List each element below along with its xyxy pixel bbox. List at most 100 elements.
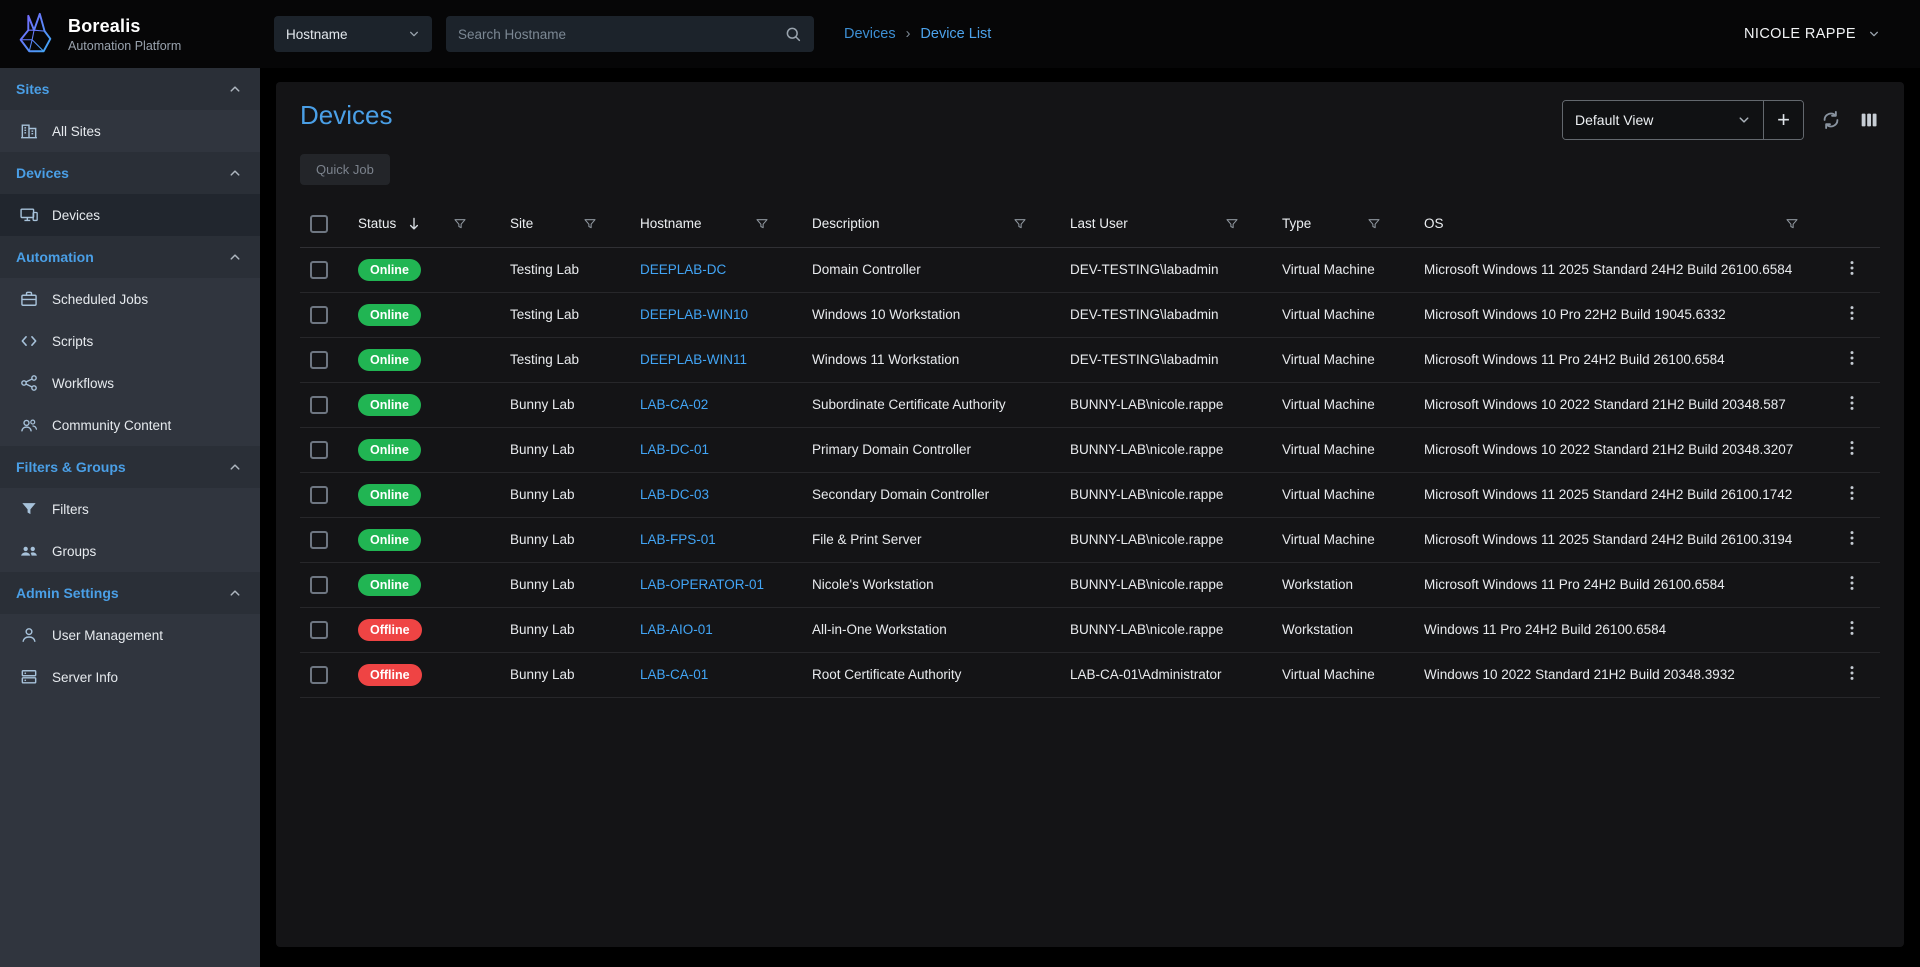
hostname-link[interactable]: LAB-DC-03 <box>640 487 709 502</box>
table-row: Online Bunny Lab LAB-OPERATOR-01 Nicole'… <box>300 562 1880 607</box>
row-checkbox[interactable] <box>310 441 328 459</box>
sidebar-item-groups[interactable]: Groups <box>0 530 260 572</box>
os-cell: Microsoft Windows 10 Pro 22H2 Build 1904… <box>1414 292 1832 337</box>
hostname-link[interactable]: LAB-DC-01 <box>640 442 709 457</box>
search-field-select[interactable]: Hostname <box>274 16 432 52</box>
sidebar-section-items: Filters Groups <box>0 488 260 572</box>
row-actions-kebab-icon[interactable] <box>1842 618 1862 638</box>
sidebar-item-workflows[interactable]: Workflows <box>0 362 260 404</box>
row-checkbox[interactable] <box>310 261 328 279</box>
description-cell: File & Print Server <box>802 517 1060 562</box>
sidebar-item-server-info[interactable]: Server Info <box>0 656 260 698</box>
last-user-cell: DEV-TESTING\labadmin <box>1060 247 1272 292</box>
add-view-button[interactable]: + <box>1763 101 1803 139</box>
row-checkbox[interactable] <box>310 351 328 369</box>
hostname-link[interactable]: LAB-OPERATOR-01 <box>640 577 764 592</box>
column-filter-icon[interactable] <box>754 216 770 232</box>
column-header-os[interactable]: OS <box>1424 216 1444 231</box>
user-menu[interactable]: NICOLE RAPPE <box>1744 26 1882 42</box>
sidebar-item-community-content[interactable]: Community Content <box>0 404 260 446</box>
os-cell: Windows 11 Pro 24H2 Build 26100.6584 <box>1414 607 1832 652</box>
main-content: Devices Default View + Quick Job <box>260 68 1920 967</box>
column-settings-button[interactable] <box>1858 109 1880 131</box>
row-actions-kebab-icon[interactable] <box>1842 258 1862 278</box>
view-select-value: Default View <box>1575 112 1653 128</box>
column-header-type[interactable]: Type <box>1282 216 1311 231</box>
os-cell: Microsoft Windows 11 2025 Standard 24H2 … <box>1414 472 1832 517</box>
view-select[interactable]: Default View <box>1563 101 1763 139</box>
sidebar-section-devices[interactable]: Devices <box>0 152 260 194</box>
search-input[interactable] <box>458 27 784 42</box>
row-checkbox[interactable] <box>310 396 328 414</box>
row-actions-kebab-icon[interactable] <box>1842 348 1862 368</box>
sidebar-item-user-management[interactable]: User Management <box>0 614 260 656</box>
row-checkbox[interactable] <box>310 531 328 549</box>
os-cell: Windows 10 2022 Standard 21H2 Build 2034… <box>1414 652 1832 697</box>
column-filter-icon[interactable] <box>1224 216 1240 232</box>
sidebar-item-devices[interactable]: Devices <box>0 194 260 236</box>
sidebar-item-label: Scripts <box>52 334 93 349</box>
refresh-button[interactable] <box>1820 109 1842 131</box>
row-actions-kebab-icon[interactable] <box>1842 483 1862 503</box>
type-cell: Virtual Machine <box>1272 517 1414 562</box>
sidebar-section-sites[interactable]: Sites <box>0 68 260 110</box>
column-header-site[interactable]: Site <box>510 216 533 231</box>
column-filter-icon[interactable] <box>1366 216 1382 232</box>
row-actions-kebab-icon[interactable] <box>1842 303 1862 323</box>
hostname-link[interactable]: LAB-CA-02 <box>640 397 708 412</box>
search-icon[interactable] <box>784 25 802 43</box>
type-cell: Virtual Machine <box>1272 292 1414 337</box>
brand-subtitle: Automation Platform <box>68 39 181 53</box>
sidebar-section-admin-settings[interactable]: Admin Settings <box>0 572 260 614</box>
hostname-link[interactable]: LAB-AIO-01 <box>640 622 713 637</box>
type-cell: Virtual Machine <box>1272 427 1414 472</box>
select-all-checkbox[interactable] <box>310 215 328 233</box>
status-badge: Online <box>358 394 421 416</box>
column-header-status[interactable]: Status <box>358 216 396 231</box>
hostname-link[interactable]: DEEPLAB-WIN11 <box>640 352 747 367</box>
column-header-description[interactable]: Description <box>812 216 880 231</box>
column-header-hostname[interactable]: Hostname <box>640 216 702 231</box>
description-cell: Root Certificate Authority <box>802 652 1060 697</box>
column-filter-icon[interactable] <box>452 216 468 232</box>
breadcrumb-device-list[interactable]: Device List <box>920 26 991 42</box>
sidebar-item-scripts[interactable]: Scripts <box>0 320 260 362</box>
row-actions-kebab-icon[interactable] <box>1842 528 1862 548</box>
sidebar-section-filters-groups[interactable]: Filters & Groups <box>0 446 260 488</box>
sort-desc-icon[interactable] <box>405 215 423 233</box>
type-cell: Workstation <box>1272 562 1414 607</box>
row-actions-kebab-icon[interactable] <box>1842 438 1862 458</box>
last-user-cell: BUNNY-LAB\nicole.rappe <box>1060 562 1272 607</box>
sidebar-item-label: Groups <box>52 544 96 559</box>
row-actions-kebab-icon[interactable] <box>1842 393 1862 413</box>
hostname-link[interactable]: LAB-FPS-01 <box>640 532 716 547</box>
sidebar-item-filters[interactable]: Filters <box>0 488 260 530</box>
sidebar: Sites All Sites Devices Devices Automati… <box>0 68 260 967</box>
row-actions-kebab-icon[interactable] <box>1842 573 1862 593</box>
chevron-down-icon <box>1735 111 1753 129</box>
row-checkbox[interactable] <box>310 666 328 684</box>
sidebar-section-label: Sites <box>16 81 49 97</box>
row-checkbox[interactable] <box>310 621 328 639</box>
quick-job-button[interactable]: Quick Job <box>300 154 390 185</box>
column-filter-icon[interactable] <box>1784 216 1800 232</box>
type-cell: Virtual Machine <box>1272 247 1414 292</box>
sidebar-item-all-sites[interactable]: All Sites <box>0 110 260 152</box>
breadcrumb-devices[interactable]: Devices <box>844 26 896 42</box>
row-checkbox[interactable] <box>310 576 328 594</box>
row-checkbox[interactable] <box>310 306 328 324</box>
hostname-link[interactable]: DEEPLAB-WIN10 <box>640 307 748 322</box>
server-icon <box>19 667 39 687</box>
hostname-link[interactable]: DEEPLAB-DC <box>640 262 726 277</box>
column-header-last-user[interactable]: Last User <box>1070 216 1128 231</box>
sidebar-section-automation[interactable]: Automation <box>0 236 260 278</box>
site-cell: Bunny Lab <box>500 562 630 607</box>
row-actions-kebab-icon[interactable] <box>1842 663 1862 683</box>
status-badge: Online <box>358 439 421 461</box>
column-filter-icon[interactable] <box>582 216 598 232</box>
sidebar-item-scheduled-jobs[interactable]: Scheduled Jobs <box>0 278 260 320</box>
hostname-link[interactable]: LAB-CA-01 <box>640 667 708 682</box>
column-filter-icon[interactable] <box>1012 216 1028 232</box>
site-cell: Bunny Lab <box>500 517 630 562</box>
row-checkbox[interactable] <box>310 486 328 504</box>
